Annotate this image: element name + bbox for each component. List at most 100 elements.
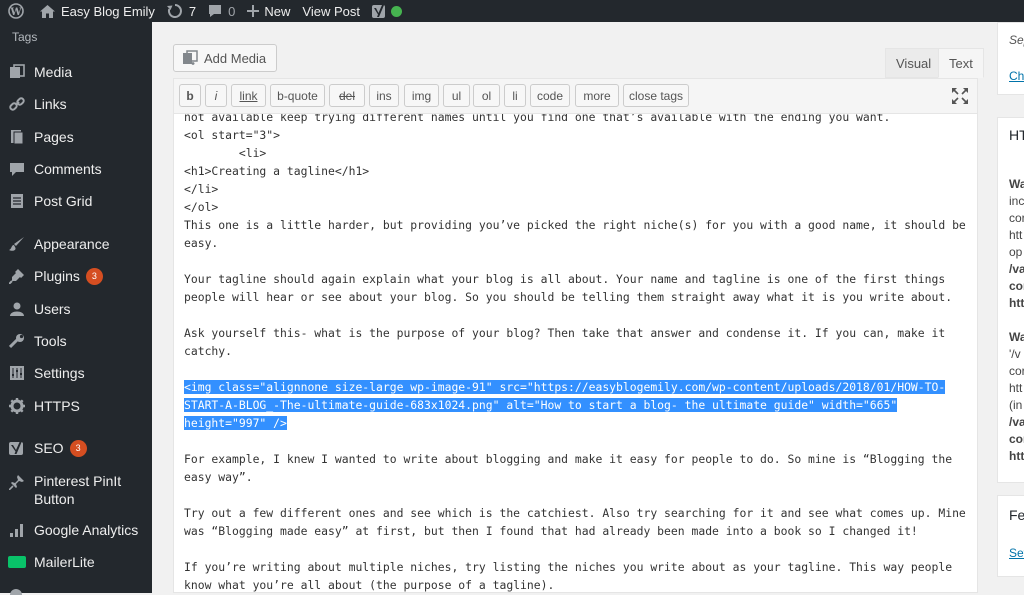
sidebar-item-label: Comments bbox=[34, 161, 102, 177]
qt-close-tags-button[interactable]: close tags bbox=[623, 84, 689, 107]
sidebar-item-label: Post Grid bbox=[34, 193, 93, 209]
comments-menu[interactable]: 0 bbox=[202, 0, 241, 22]
content-text: not available keep trying different name… bbox=[184, 114, 969, 592]
sidebar-item-label: Media bbox=[34, 64, 73, 80]
submenu-item-tags[interactable]: Tags bbox=[0, 22, 152, 50]
sidebar-item-label: Links bbox=[34, 96, 67, 112]
https-box-title: HT bbox=[1009, 127, 1024, 143]
site-name-menu[interactable]: Easy Blog Emily bbox=[34, 0, 161, 22]
https-box-line: htt bbox=[1009, 296, 1024, 310]
wordpress-logo-icon[interactable]: W bbox=[0, 0, 34, 22]
sidebar-item-tools[interactable]: Tools bbox=[0, 332, 152, 350]
qt-code-button[interactable]: code bbox=[530, 84, 570, 107]
view-post-link[interactable]: View Post bbox=[296, 0, 366, 22]
qt-blockquote-button[interactable]: b-quote bbox=[270, 84, 325, 107]
https-box-line: (in bbox=[1009, 398, 1023, 412]
text-line: know what you’re all about (the purpose … bbox=[184, 578, 555, 592]
https-box-line: htt bbox=[1009, 449, 1024, 463]
sidebar-item-label: Pinterest PinIt Button bbox=[34, 473, 122, 507]
qt-ol-button[interactable]: ol bbox=[473, 84, 500, 107]
sidebar-item-settings[interactable]: Settings bbox=[0, 364, 152, 382]
mailerlite-icon bbox=[8, 553, 26, 571]
view-post-label: View Post bbox=[302, 3, 360, 19]
add-media-button[interactable]: Add Media bbox=[173, 44, 278, 72]
new-label: New bbox=[264, 3, 291, 19]
site-name: Easy Blog Emily bbox=[61, 3, 155, 19]
sidebar-item-label: Pages bbox=[34, 129, 74, 145]
selected-text-line: START-A-BLOG_-The-ultimate-guide-683x102… bbox=[184, 396, 969, 414]
media-icon bbox=[8, 63, 26, 81]
selection-highlight: height="997" /> bbox=[184, 416, 287, 430]
text-line bbox=[184, 432, 969, 450]
sidebar-item-post-grid[interactable]: Post Grid bbox=[0, 192, 152, 210]
updates-icon bbox=[166, 4, 183, 18]
sidebar-item-label: Tools bbox=[34, 333, 67, 349]
https-box: HT Wa inc cor htt op /va cor htt Wa '/v … bbox=[997, 117, 1024, 483]
publish-link[interactable]: Ch bbox=[1009, 69, 1024, 83]
plugins-update-badge: 3 bbox=[85, 267, 103, 285]
yoast-menu[interactable] bbox=[366, 0, 408, 22]
qt-italic-button[interactable]: i bbox=[205, 84, 227, 107]
sidebar-item-appearance[interactable]: Appearance bbox=[0, 235, 152, 253]
updates-menu[interactable]: 7 bbox=[161, 0, 202, 22]
text-line bbox=[184, 360, 969, 378]
sidebar-item-links[interactable]: Links bbox=[0, 95, 152, 113]
text-line bbox=[184, 486, 969, 504]
text-line: <li> bbox=[184, 146, 267, 160]
comments-count: 0 bbox=[228, 3, 236, 19]
content-textarea[interactable]: not available keep trying different name… bbox=[173, 114, 978, 593]
post-editor: Add Media Visual Text b i link b-quote d… bbox=[173, 44, 984, 593]
sidebar-item-label: Google Analytics bbox=[34, 522, 139, 538]
distraction-free-icon[interactable] bbox=[951, 87, 969, 105]
new-content-menu[interactable]: New bbox=[241, 0, 296, 22]
sidebar-item-partial[interactable] bbox=[8, 585, 26, 595]
text-line: not available keep trying different name… bbox=[184, 114, 891, 124]
publish-box: Sep Ch bbox=[997, 22, 1024, 95]
featured-image-box: Fea Set bbox=[997, 495, 1024, 577]
sidebar-item-label: SEO bbox=[34, 440, 64, 456]
plugins-icon bbox=[8, 267, 26, 285]
media-upload-icon bbox=[182, 50, 198, 66]
sidebar-item-comments[interactable]: Comments bbox=[0, 160, 152, 178]
text-line: was “Blogging made easy” at first, but t… bbox=[184, 524, 918, 538]
qt-more-button[interactable]: more bbox=[575, 84, 619, 107]
sidebar-item-pinterest[interactable]: Pinterest PinIt Button bbox=[0, 472, 152, 508]
text-line: <ol start="3"> bbox=[184, 128, 281, 142]
sidebar-item-pages[interactable]: Pages bbox=[0, 128, 152, 146]
sidebar-item-mailerlite[interactable]: MailerLite bbox=[0, 553, 152, 571]
text-line: Your tagline should again explain what y… bbox=[184, 272, 946, 286]
qt-ul-button[interactable]: ul bbox=[443, 84, 470, 107]
admin-sidebar: Tags Media Links Pages Comments Post Gri… bbox=[0, 22, 152, 595]
tab-text[interactable]: Text bbox=[938, 48, 984, 78]
https-box-line: cor bbox=[1009, 211, 1024, 225]
svg-text:W: W bbox=[9, 7, 22, 18]
yoast-seo-icon bbox=[8, 439, 26, 457]
qt-li-button[interactable]: li bbox=[504, 84, 526, 107]
text-line: <h1>Creating a tagline</h1> bbox=[184, 164, 370, 178]
https-box-line: htt bbox=[1009, 381, 1023, 395]
sidebar-item-media[interactable]: Media bbox=[0, 63, 152, 81]
sidebar-item-plugins[interactable]: Plugins 3 bbox=[0, 267, 152, 285]
selection-highlight: <img class="alignnone size-large wp-imag… bbox=[184, 380, 946, 394]
tab-visual[interactable]: Visual bbox=[885, 48, 943, 78]
sidebar-item-google-analytics[interactable]: Google Analytics bbox=[0, 521, 152, 539]
sidebar-item-seo[interactable]: SEO 3 bbox=[0, 439, 152, 457]
pushpin-icon bbox=[8, 473, 26, 491]
text-line: </ol> bbox=[184, 200, 219, 214]
sidebar-item-label: Users bbox=[34, 301, 71, 317]
publish-schedule-text: Sep bbox=[1009, 33, 1024, 47]
sidebar-item-users[interactable]: Users bbox=[0, 300, 152, 318]
qt-del-button[interactable]: del bbox=[329, 84, 365, 107]
qt-ins-button[interactable]: ins bbox=[369, 84, 399, 107]
selected-text-line: height="997" /> bbox=[184, 414, 969, 432]
https-box-line: cor bbox=[1009, 432, 1024, 446]
qt-link-button[interactable]: link bbox=[231, 84, 266, 107]
https-box-line: inc bbox=[1009, 194, 1024, 208]
qt-bold-button[interactable]: b bbox=[179, 84, 201, 107]
qt-img-button[interactable]: img bbox=[404, 84, 439, 107]
users-icon bbox=[8, 300, 26, 318]
set-featured-image-link[interactable]: Set bbox=[1009, 546, 1024, 560]
text-line bbox=[184, 540, 969, 558]
sidebar-item-https[interactable]: HTTPS bbox=[0, 397, 152, 415]
selected-text-line: <img class="alignnone size-large wp-imag… bbox=[184, 378, 969, 396]
